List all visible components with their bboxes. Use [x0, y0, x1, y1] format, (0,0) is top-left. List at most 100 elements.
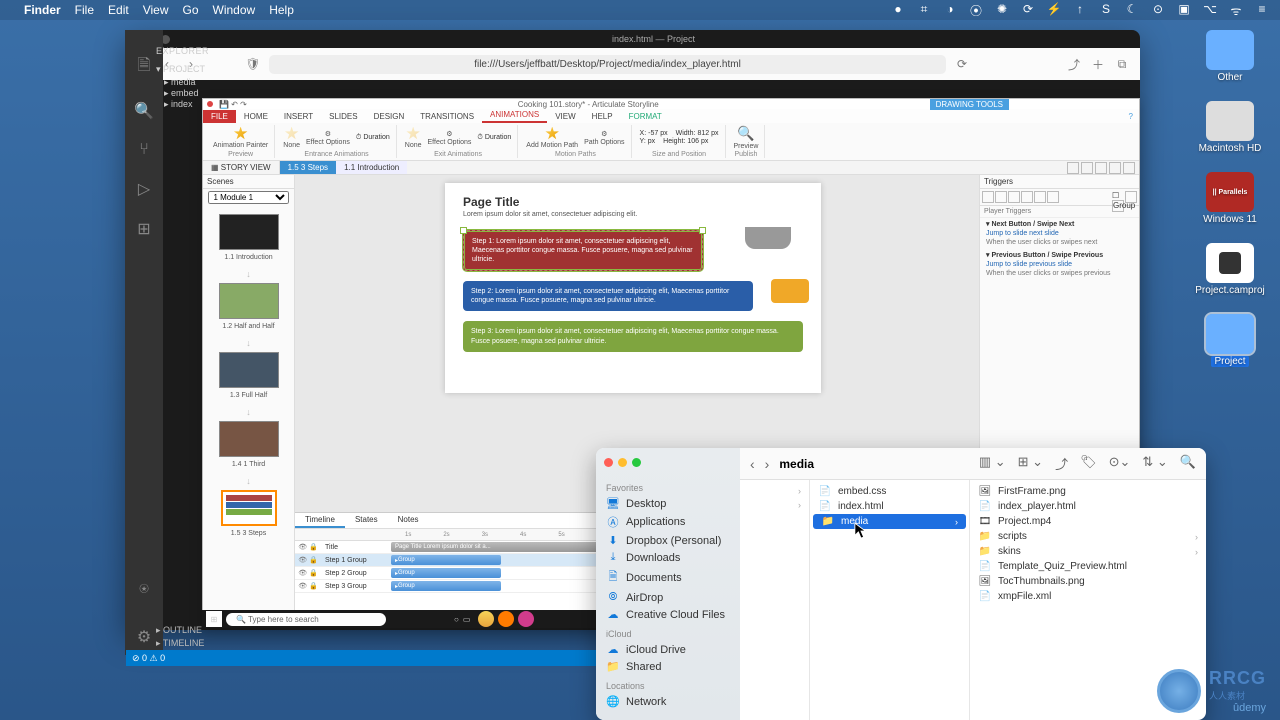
sidebar-item-airdrop[interactable]: ⦾AirDrop: [602, 589, 734, 606]
list-item-selected[interactable]: 📁media›: [813, 514, 966, 529]
breadcrumb-current[interactable]: 1.5 3 Steps: [280, 161, 336, 174]
view-options-icon[interactable]: ⊞ ⌄: [1018, 454, 1043, 473]
status-icon[interactable]: ◑: [942, 2, 958, 19]
pan-image[interactable]: [745, 227, 791, 249]
breadcrumb-prev[interactable]: 1.1 Introduction: [336, 161, 407, 174]
path-options[interactable]: ⚙Path Options: [584, 130, 624, 146]
tab-timeline[interactable]: Timeline: [295, 513, 345, 528]
tab-transitions[interactable]: TRANSITIONS: [412, 110, 482, 123]
list-item[interactable]: 📄Template_Quiz_Preview.html: [970, 559, 1206, 574]
desktop-folder-other[interactable]: Other: [1190, 30, 1270, 83]
sidebar-item-downloads[interactable]: ⤓Downloads: [602, 549, 734, 566]
reload-icon[interactable]: ⟳: [954, 56, 970, 72]
group-icon[interactable]: ⇅ ⌄: [1142, 454, 1167, 473]
start-button[interactable]: ⊞: [206, 611, 222, 627]
sidebar-item-dropbox[interactable]: ⬇Dropbox (Personal): [602, 532, 734, 549]
status-icon[interactable]: ⌗: [916, 2, 932, 19]
tab-design[interactable]: DESIGN: [366, 110, 413, 123]
tags-icon[interactable]: 🏷: [1080, 454, 1097, 473]
list-item[interactable]: 🖼FirstFrame.png: [970, 484, 1206, 499]
status-icon[interactable]: ☾: [1124, 2, 1140, 19]
cortana-icon[interactable]: ○: [454, 615, 459, 624]
desktop-folder-project[interactable]: Project: [1190, 314, 1270, 367]
pinned-app[interactable]: [498, 611, 514, 627]
menubar-edit[interactable]: Edit: [108, 3, 129, 17]
pinned-app[interactable]: [518, 611, 534, 627]
view-columns-icon[interactable]: ▥ ⌄: [979, 454, 1006, 473]
slide-thumb[interactable]: [219, 352, 279, 388]
status-icon[interactable]: ▣: [1176, 2, 1192, 19]
status-icon[interactable]: ✺: [994, 2, 1010, 19]
exit-effect-options[interactable]: ⚙Effect Options: [428, 130, 472, 146]
exit-none-button[interactable]: None: [405, 127, 422, 149]
pinned-chrome[interactable]: [478, 611, 494, 627]
status-icon[interactable]: ↑: [1072, 2, 1088, 19]
step-3-box[interactable]: Step 3: Lorem ipsum dolor sit amet, cons…: [463, 321, 803, 351]
tabs-icon[interactable]: ⧉: [1114, 56, 1130, 72]
tab-notes[interactable]: Notes: [388, 513, 429, 528]
entrance-effect-options[interactable]: ⚙Effect Options: [306, 130, 350, 146]
list-item[interactable]: 📄index_player.html: [970, 499, 1206, 514]
entrance-none-button[interactable]: None: [283, 127, 300, 149]
new-tab-icon[interactable]: ＋: [1090, 56, 1106, 72]
sidebar-item-applications[interactable]: ⒶApplications: [602, 512, 734, 532]
close-icon[interactable]: [604, 458, 613, 467]
vscode-file[interactable]: media: [171, 77, 196, 87]
sidebar-item-icloud-drive[interactable]: ☁iCloud Drive: [602, 641, 734, 658]
motion-path-button[interactable]: Add Motion Path: [526, 127, 578, 149]
tab-states[interactable]: States: [345, 513, 388, 528]
tab-view[interactable]: VIEW: [547, 110, 583, 123]
status-icon[interactable]: ≡: [1254, 2, 1270, 19]
back-button[interactable]: ‹: [750, 456, 755, 472]
taskbar-search[interactable]: 🔍 Type here to search: [226, 613, 386, 626]
vscode-errors[interactable]: ⊘ 0 ⚠ 0: [132, 653, 165, 664]
trigger-item[interactable]: ▾ Previous Button / Swipe Previous Jump …: [980, 249, 1139, 280]
list-item[interactable]: 📄index.html: [810, 499, 969, 514]
sidebar-item-shared[interactable]: 📁Shared: [602, 658, 734, 675]
list-item[interactable]: 🖼TocThumbnails.png: [970, 574, 1206, 589]
step-1-box[interactable]: Step 1: Lorem ipsum dolor sit amet, cons…: [463, 230, 703, 271]
task-view-icon[interactable]: ▭: [463, 615, 471, 624]
shield-icon[interactable]: 🛡: [245, 56, 261, 72]
menubar-window[interactable]: Window: [213, 3, 256, 17]
search-icon[interactable]: 🔍: [134, 101, 154, 121]
slide-thumb[interactable]: [219, 421, 279, 457]
account-icon[interactable]: ⍟: [139, 581, 149, 599]
list-item[interactable]: 📁scripts›: [970, 529, 1206, 544]
source-control-icon[interactable]: ⑂: [139, 141, 149, 159]
vscode-outline[interactable]: OUTLINE: [163, 625, 202, 635]
tab-format[interactable]: FORMAT: [621, 110, 670, 123]
tab-insert[interactable]: INSERT: [276, 110, 321, 123]
minimize-icon[interactable]: [618, 458, 627, 467]
menubar-app-name[interactable]: Finder: [24, 3, 61, 17]
forward-button[interactable]: ›: [765, 456, 770, 472]
tab-file[interactable]: FILE: [203, 110, 236, 123]
action-icon[interactable]: ⊙⌄: [1109, 454, 1131, 473]
extensions-icon[interactable]: ⊞: [137, 219, 150, 239]
list-item[interactable]: ›: [740, 484, 809, 498]
status-icon[interactable]: ᯤ: [1228, 2, 1244, 19]
pot-image[interactable]: [771, 279, 809, 303]
share-icon[interactable]: ⤴: [1066, 56, 1082, 72]
preview-button[interactable]: 🔍Preview: [734, 125, 759, 150]
list-item[interactable]: 📄xmpFile.xml: [970, 589, 1206, 604]
list-item[interactable]: 📄embed.css: [810, 484, 969, 499]
files-icon[interactable]: 🗎: [138, 54, 151, 81]
page-title[interactable]: Page Title: [463, 195, 803, 209]
sidebar-item-ccfiles[interactable]: ☁Creative Cloud Files: [602, 606, 734, 623]
status-icon[interactable]: S: [1098, 2, 1114, 19]
help-icon[interactable]: ?: [1121, 110, 1139, 123]
menubar-go[interactable]: Go: [183, 3, 199, 17]
status-icon[interactable]: ⚡: [1046, 2, 1062, 19]
slide-thumb-selected[interactable]: [221, 490, 277, 526]
status-icon[interactable]: ⊙: [1150, 2, 1166, 19]
vscode-file[interactable]: embed: [171, 88, 199, 98]
tab-help[interactable]: HELP: [584, 110, 621, 123]
sidebar-item-documents[interactable]: 🗎Documents: [602, 566, 734, 589]
vscode-timeline[interactable]: TIMELINE: [163, 638, 205, 648]
slide-thumb[interactable]: [219, 214, 279, 250]
story-view-button[interactable]: ▦ STORY VIEW: [203, 161, 280, 174]
tab-animations[interactable]: ANIMATIONS: [482, 108, 547, 123]
trigger-item[interactable]: ▾ Next Button / Swipe Next Jump to slide…: [980, 218, 1139, 249]
slide-thumb[interactable]: [219, 283, 279, 319]
